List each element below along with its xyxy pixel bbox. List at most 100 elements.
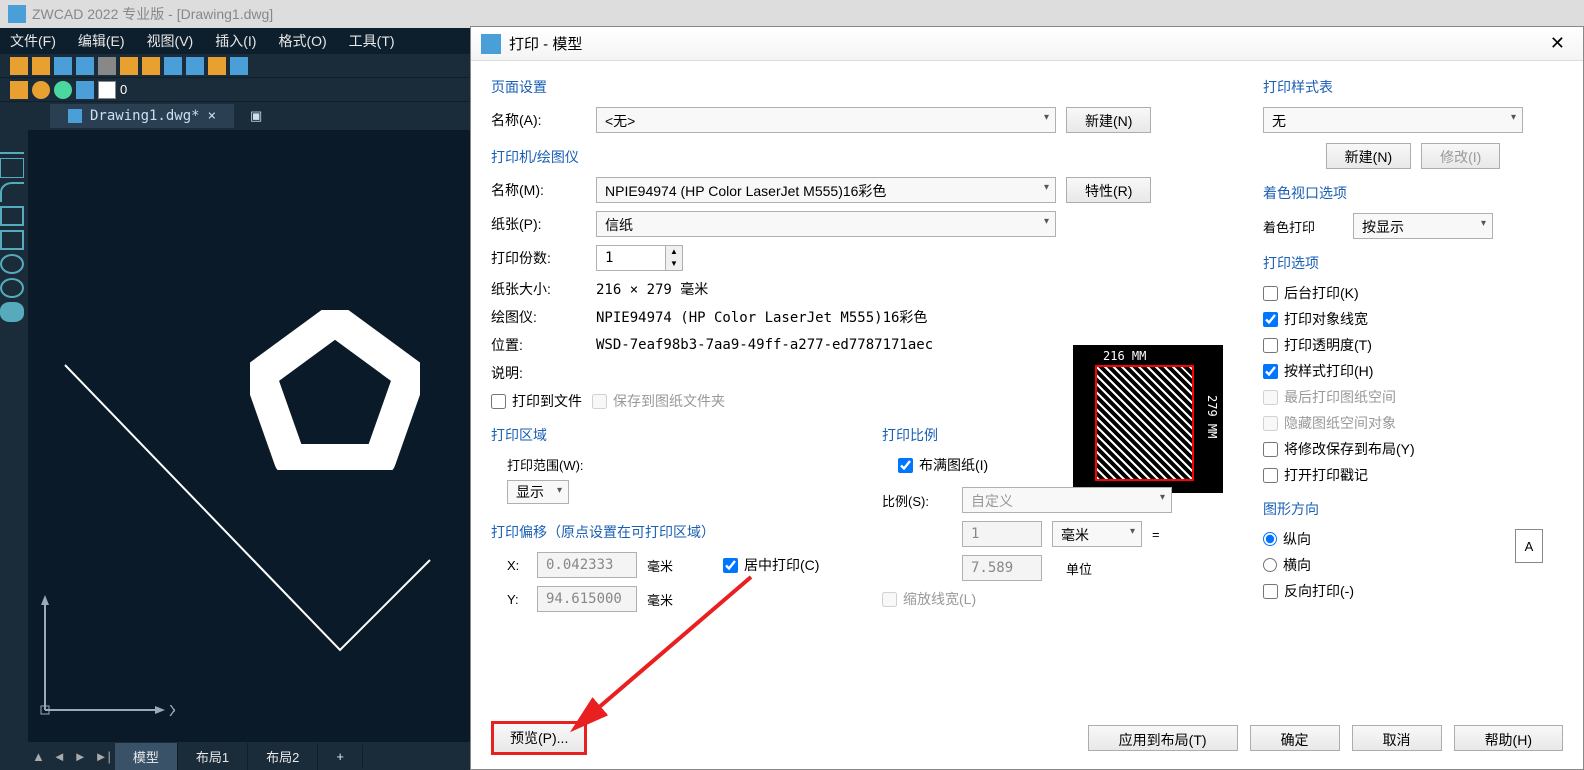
paper-select[interactable]: 信纸 (596, 211, 1056, 237)
copies-input[interactable] (596, 245, 666, 271)
drawing-canvas[interactable]: X Y ▲ ◄ ► ►| 模型 布局1 布局2 + (0, 130, 470, 770)
tab-layout1[interactable]: 布局1 (178, 743, 248, 770)
text-tool-icon[interactable] (0, 374, 24, 394)
point-tool-icon[interactable] (0, 422, 24, 442)
freeze-icon[interactable] (54, 81, 72, 99)
pan-icon[interactable] (208, 57, 226, 75)
color-swatch[interactable] (98, 81, 116, 99)
ok-button[interactable]: 确定 (1250, 725, 1340, 751)
app-icon (8, 5, 26, 23)
zoom-icon[interactable] (230, 57, 248, 75)
menu-view[interactable]: 视图(V) (147, 31, 194, 51)
svg-text:Y: Y (37, 590, 48, 594)
page-name-select[interactable]: <无> (596, 107, 1056, 133)
desc-label: 说明: (491, 363, 586, 383)
menu-file[interactable]: 文件(F) (10, 31, 56, 51)
cut-icon[interactable] (98, 57, 116, 75)
paste-icon[interactable] (142, 57, 160, 75)
printer-name-select[interactable]: NPIE94974 (HP Color LaserJet M555)16彩色 (596, 177, 1056, 203)
save-icon[interactable] (54, 57, 72, 75)
help-button[interactable]: 帮助(H) (1454, 725, 1563, 751)
plotter-label: 绘图仪: (491, 307, 586, 327)
copies-spinner[interactable]: ▲▼ (596, 245, 683, 271)
menu-insert[interactable]: 插入(I) (215, 31, 256, 51)
close-button[interactable]: ✕ (1542, 33, 1573, 54)
ucs-icon: X Y (35, 590, 175, 730)
page-new-button[interactable]: 新建(N) (1066, 107, 1151, 133)
page-setup-group: 页面设置 名称(A): <无> 新建(N) (491, 77, 1243, 133)
tab-model[interactable]: 模型 (115, 743, 178, 770)
print-dialog: 打印 - 模型 ✕ 页面设置 名称(A): <无> 新建(N) 打印机/绘图仪 … (470, 26, 1584, 770)
close-tab-icon[interactable]: × (208, 108, 216, 124)
dialog-footer: 预览(P)... 应用到布局(T) 确定 取消 帮助(H) (491, 721, 1563, 755)
print-to-file-checkbox[interactable]: 打印到文件 (491, 391, 582, 411)
range-select[interactable]: 显示 (507, 480, 569, 504)
y-input[interactable] (537, 586, 637, 612)
block-tool-icon[interactable] (0, 446, 24, 466)
new-icon[interactable] (10, 57, 28, 75)
style-table-group: 打印样式表 无 新建(N) 修改(I) (1263, 77, 1563, 169)
move-tool-icon[interactable] (0, 350, 24, 370)
menu-edit[interactable]: 编辑(E) (78, 31, 125, 51)
x-input[interactable] (537, 552, 637, 578)
tab-nav-first-icon[interactable]: ▲ (28, 749, 49, 764)
menu-format[interactable]: 格式(O) (278, 31, 326, 51)
circle-tool-icon[interactable] (0, 254, 24, 274)
rect-tool-icon[interactable] (0, 230, 24, 250)
layout-tabs: ▲ ◄ ► ►| 模型 布局1 布局2 + (28, 742, 470, 770)
tab-nav-prev-icon[interactable]: ◄ (49, 749, 70, 764)
preview-button[interactable]: 预览(P)... (491, 721, 587, 755)
print-icon[interactable] (76, 57, 94, 75)
sun-icon[interactable] (32, 81, 50, 99)
lw-checkbox[interactable]: 打印对象线宽 (1263, 309, 1563, 329)
orientation-group: 图形方向 纵向 横向 反向打印(-) A (1263, 499, 1563, 601)
hatch-tool-icon[interactable] (0, 398, 24, 418)
polyline-tool-icon[interactable] (0, 158, 24, 178)
printer-group: 打印机/绘图仪 名称(M): NPIE94974 (HP Color Laser… (491, 147, 1243, 411)
offset-title: 打印偏移（原点设置在可打印区域） (491, 522, 852, 542)
style-print-checkbox[interactable]: 按样式打印(H) (1263, 361, 1563, 381)
document-tab[interactable]: Drawing1.dwg* × (50, 104, 234, 128)
stamp-checkbox[interactable]: 打开打印戳记 (1263, 465, 1563, 485)
printer-props-button[interactable]: 特性(R) (1066, 177, 1151, 203)
area-title: 打印区域 (491, 425, 852, 445)
scale-unit-select[interactable]: 毫米 (1052, 521, 1142, 547)
cloud-tool-icon[interactable] (0, 302, 24, 322)
ellipse-tool-icon[interactable] (0, 278, 24, 298)
lock-icon[interactable] (76, 81, 94, 99)
shade-select[interactable]: 按显示 (1353, 213, 1493, 239)
apply-layout-button[interactable]: 应用到布局(T) (1088, 725, 1238, 751)
undo-icon[interactable] (164, 57, 182, 75)
add-tab-button[interactable]: ▣ (242, 108, 270, 124)
paper-preview: 216 MM 279 MM (1073, 345, 1223, 493)
spin-down-icon[interactable]: ▼ (666, 258, 682, 270)
table-tool-icon[interactable] (0, 470, 24, 490)
spin-up-icon[interactable]: ▲ (666, 246, 682, 258)
style-new-button[interactable]: 新建(N) (1326, 143, 1411, 169)
style-select[interactable]: 无 (1263, 107, 1523, 133)
arc-tool-icon[interactable] (0, 182, 24, 202)
printer-title: 打印机/绘图仪 (491, 147, 1243, 167)
menu-tools[interactable]: 工具(T) (349, 31, 395, 51)
line-tool-icon[interactable] (0, 134, 24, 154)
polygon-tool-icon[interactable] (0, 206, 24, 226)
transparency-checkbox[interactable]: 打印透明度(T) (1263, 335, 1563, 355)
scale-label: 比例(S): (882, 491, 952, 510)
tab-nav-next-icon[interactable]: ► (70, 749, 91, 764)
copy-icon[interactable] (120, 57, 138, 75)
range-label: 打印范围(W): (507, 455, 852, 474)
options-title: 打印选项 (1263, 253, 1563, 273)
center-checkbox[interactable]: 居中打印(C) (723, 555, 819, 575)
redo-icon[interactable] (186, 57, 204, 75)
reverse-checkbox[interactable]: 反向打印(-) (1263, 581, 1563, 601)
tab-nav-last-icon[interactable]: ►| (91, 749, 115, 764)
tab-add-layout[interactable]: + (318, 745, 363, 768)
spline-tool-icon[interactable] (0, 326, 24, 346)
tab-layout2[interactable]: 布局2 (248, 743, 318, 770)
save-layout-checkbox[interactable]: 将修改保存到布局(Y) (1263, 439, 1563, 459)
cancel-button[interactable]: 取消 (1352, 725, 1442, 751)
paper-label: 纸张(P): (491, 214, 586, 234)
bg-print-checkbox[interactable]: 后台打印(K) (1263, 283, 1563, 303)
layer-icon[interactable] (10, 81, 28, 99)
open-icon[interactable] (32, 57, 50, 75)
